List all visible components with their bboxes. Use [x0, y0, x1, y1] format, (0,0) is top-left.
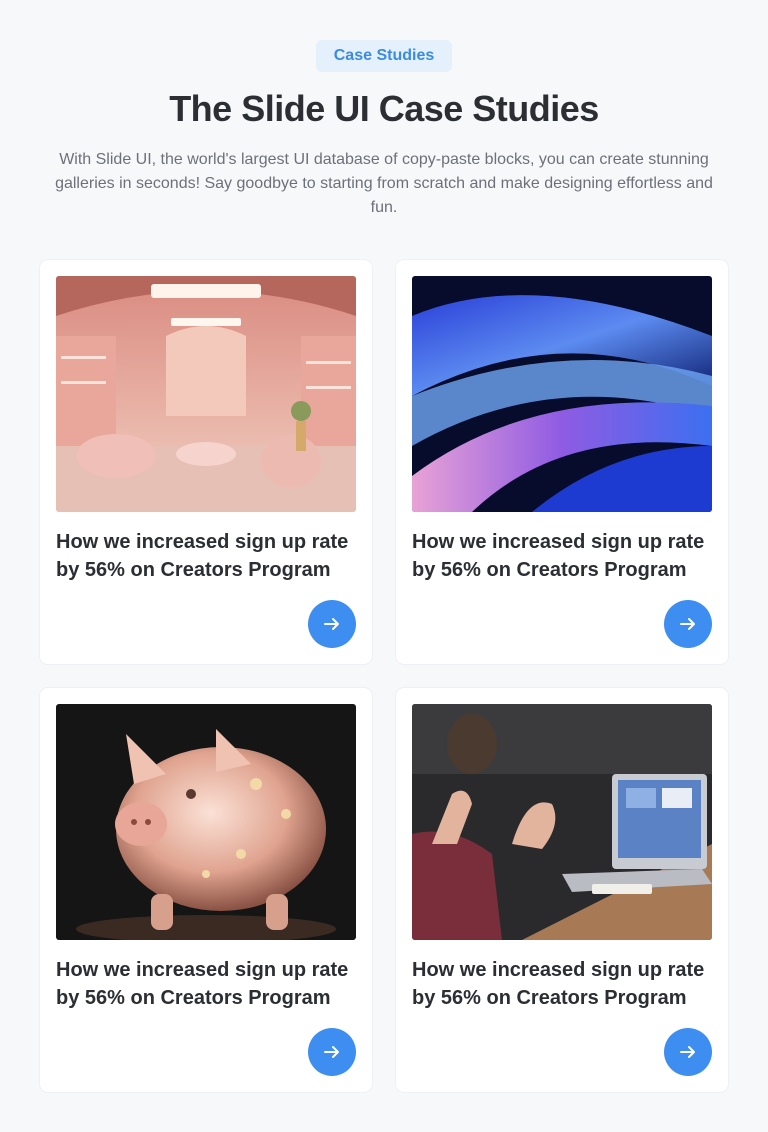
pink-interior-image — [56, 276, 356, 512]
meeting-laptop-image — [412, 704, 712, 940]
arrow-right-icon — [680, 1046, 695, 1058]
section-title: The Slide UI Case Studies — [169, 88, 599, 129]
case-study-card[interactable]: How we increased sign up rate by 56% on … — [396, 688, 728, 1092]
read-more-button[interactable] — [664, 1028, 712, 1076]
read-more-button[interactable] — [308, 600, 356, 648]
section-badge: Case Studies — [316, 40, 452, 72]
card-heading: How we increased sign up rate by 56% on … — [56, 531, 349, 581]
arrow-right-icon — [680, 618, 695, 630]
card-heading: How we increased sign up rate by 56% on … — [412, 531, 705, 581]
arrow-right-icon — [324, 618, 339, 630]
read-more-button[interactable] — [664, 600, 712, 648]
case-study-card[interactable]: How we increased sign up rate by 56% on … — [40, 260, 372, 664]
case-study-card[interactable]: How we increased sign up rate by 56% on … — [40, 688, 372, 1092]
arrow-right-icon — [324, 1046, 339, 1058]
read-more-button[interactable] — [308, 1028, 356, 1076]
card-heading: How we increased sign up rate by 56% on … — [412, 959, 705, 1009]
case-study-card[interactable]: How we increased sign up rate by 56% on … — [396, 260, 728, 664]
card-heading: How we increased sign up rate by 56% on … — [56, 959, 349, 1009]
section-description: With Slide UI, the world's largest UI da… — [55, 151, 713, 216]
glass-piggy-bank-image — [56, 704, 356, 940]
abstract-waves-image — [412, 276, 712, 512]
